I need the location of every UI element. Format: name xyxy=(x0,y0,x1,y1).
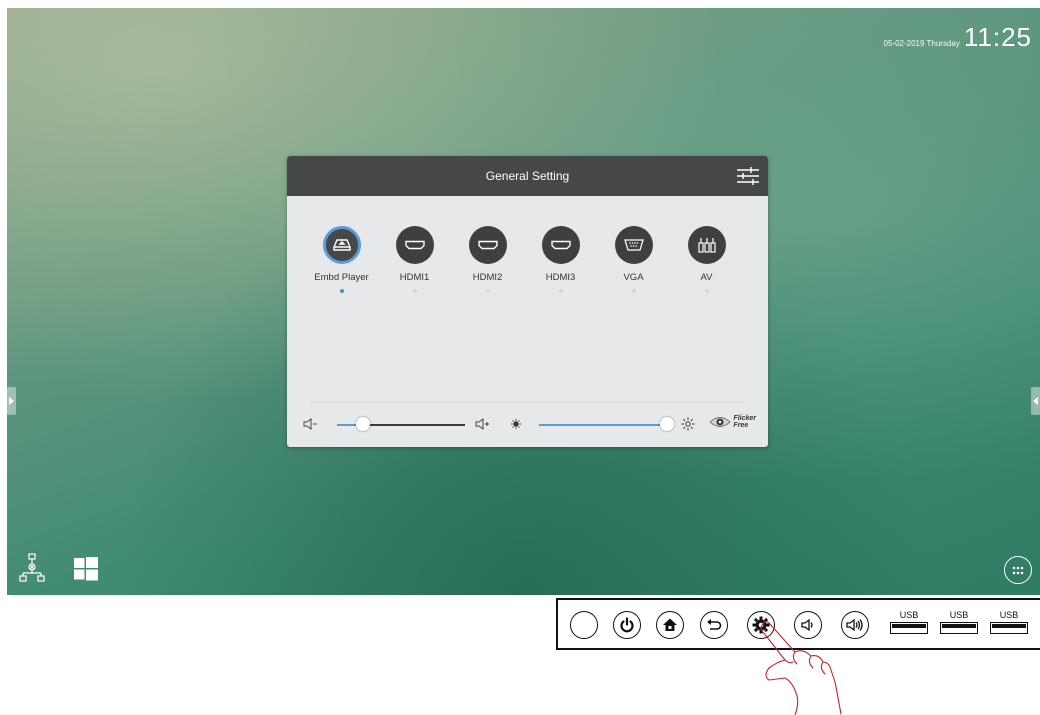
brightness-slider-fill xyxy=(539,424,667,426)
windows-icon[interactable] xyxy=(74,557,98,581)
av-icon xyxy=(697,238,716,253)
usb-label: USB xyxy=(949,610,969,620)
source-hdmi1[interactable]: HDMI1 xyxy=(378,226,451,293)
home-button[interactable] xyxy=(656,611,684,639)
volume-up-icon[interactable] xyxy=(475,417,491,431)
status-clock: 05-02-2019 Thursday 11:25 xyxy=(884,22,1033,53)
selected-indicator xyxy=(339,289,344,293)
brightness-slider-knob[interactable] xyxy=(660,417,674,431)
usb-port-1[interactable]: USB xyxy=(890,610,928,636)
volume-slider[interactable] xyxy=(337,417,465,431)
brightness-up-icon[interactable] xyxy=(681,417,695,431)
general-setting-panel: General Setting Embd Player HDMI1 HDMI2 … xyxy=(287,156,768,447)
source-indicator xyxy=(631,289,636,293)
media-player-icon xyxy=(332,239,351,251)
source-label: AV xyxy=(700,272,713,283)
apps-grid-icon xyxy=(1012,566,1024,574)
source-hdmi3[interactable]: HDMI3 xyxy=(524,226,597,293)
pointing-hand-illustration xyxy=(760,621,842,715)
input-source-list: Embd Player HDMI1 HDMI2 HDMI3 VGA AV xyxy=(305,226,743,293)
apps-button[interactable] xyxy=(1004,556,1032,584)
network-icon[interactable] xyxy=(19,553,45,583)
source-hdmi2[interactable]: HDMI2 xyxy=(451,226,524,293)
usb-label: USB xyxy=(999,610,1019,620)
power-icon xyxy=(620,617,634,633)
source-av[interactable]: AV xyxy=(670,226,743,293)
flicker-text-line2: Free xyxy=(733,422,749,429)
advanced-settings-icon[interactable] xyxy=(736,164,760,188)
hdmi-icon xyxy=(404,240,425,250)
source-indicator xyxy=(485,289,490,293)
date-text: 05-02-2019 Thursday xyxy=(883,39,960,48)
power-button[interactable] xyxy=(613,611,641,639)
panel-title: General Setting xyxy=(485,169,570,183)
back-button[interactable] xyxy=(700,611,728,639)
source-embd-player[interactable]: Embd Player xyxy=(305,226,378,293)
brightness-slider[interactable] xyxy=(539,417,674,431)
flicker-text-line1: Flicker xyxy=(733,415,756,422)
flicker-free-badge: Flicker Free xyxy=(709,415,756,429)
source-indicator xyxy=(412,289,417,293)
usb-label: USB xyxy=(899,610,919,620)
left-sidebar-handle[interactable] xyxy=(7,387,16,415)
source-label: Embd Player xyxy=(314,272,369,283)
usb-port-3[interactable]: USB xyxy=(990,610,1028,636)
panel-divider xyxy=(311,402,744,403)
source-indicator xyxy=(704,289,709,293)
usb-port-2[interactable]: USB xyxy=(940,610,978,636)
hdmi-icon xyxy=(550,240,571,250)
vga-icon xyxy=(623,239,644,251)
home-icon xyxy=(663,618,677,631)
eye-icon xyxy=(709,417,732,427)
source-vga[interactable]: VGA xyxy=(597,226,670,293)
volume-slider-knob[interactable] xyxy=(356,417,370,431)
time-text: 11:25 xyxy=(963,22,1032,52)
brightness-down-icon[interactable] xyxy=(509,417,523,431)
back-icon xyxy=(707,619,722,630)
source-label: VGA xyxy=(623,272,644,283)
volume-down-icon[interactable] xyxy=(303,417,319,431)
adjustment-controls: Flicker Free xyxy=(303,414,758,436)
hdmi-icon xyxy=(477,240,498,250)
source-label: HDMI1 xyxy=(399,272,430,283)
panel-header: General Setting xyxy=(287,156,768,196)
right-sidebar-handle[interactable] xyxy=(1031,387,1040,415)
volume-up-icon xyxy=(846,618,863,632)
source-label: HDMI2 xyxy=(472,272,503,283)
source-indicator xyxy=(558,289,563,293)
source-label: HDMI3 xyxy=(545,272,576,283)
blank-button[interactable] xyxy=(570,611,598,639)
volume-up-button[interactable] xyxy=(841,611,869,639)
